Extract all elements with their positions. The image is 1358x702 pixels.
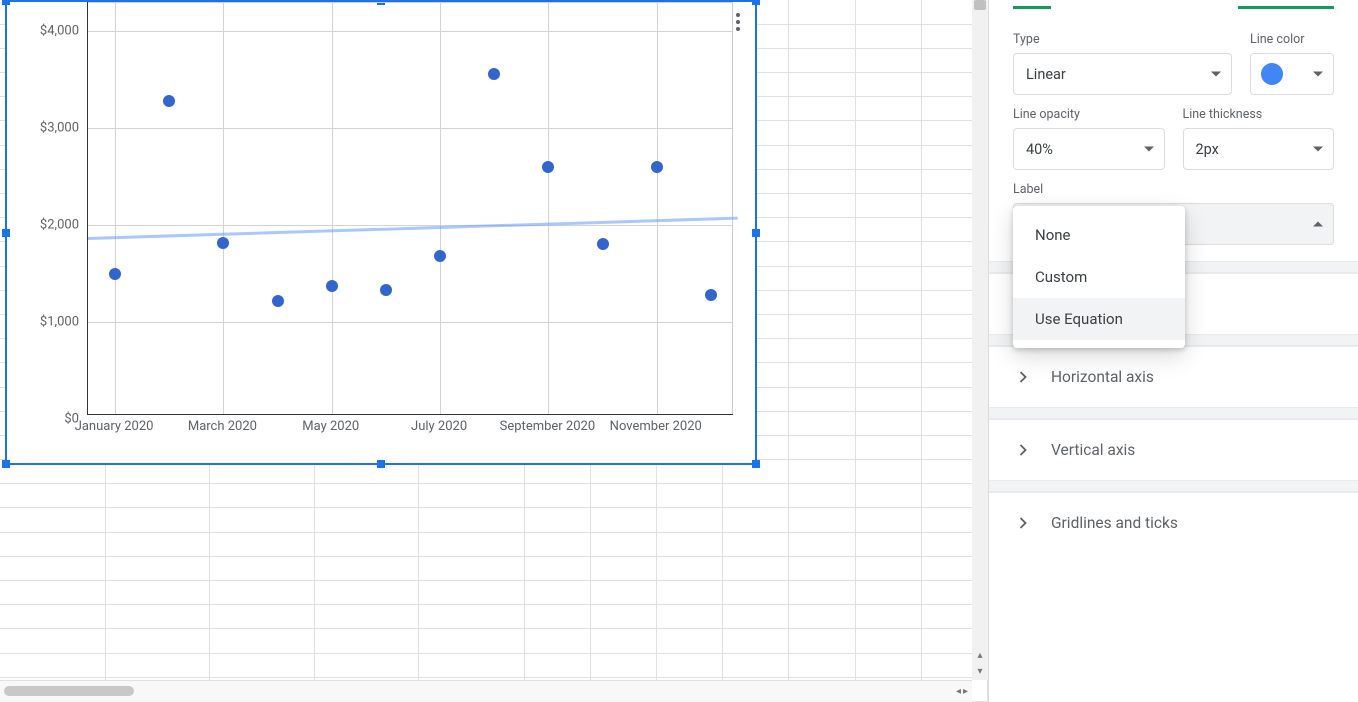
data-point	[272, 295, 284, 307]
gridline	[88, 128, 733, 129]
gridlines-accordion-label: Gridlines and ticks	[1051, 514, 1178, 532]
scroll-down-icon[interactable]: ▾	[972, 664, 988, 680]
x-axis-tick-label: January 2020	[75, 419, 154, 434]
chart-editor-sidebar: Type Linear Line color Line opacit	[988, 0, 1358, 702]
data-point	[488, 68, 500, 80]
chevron-right-icon	[1013, 440, 1033, 460]
gridline	[115, 2, 116, 414]
x-axis-tick-label: May 2020	[302, 419, 359, 434]
vertical-scrollbar[interactable]: ▴ ▾	[972, 0, 988, 680]
y-axis-tick-label: $3,000	[7, 121, 79, 136]
chevron-down-icon	[1144, 147, 1154, 152]
plot-area	[87, 2, 733, 415]
scrollbar-thumb[interactable]	[4, 686, 134, 696]
color-swatch	[1261, 63, 1283, 85]
line-opacity-value: 40%	[1026, 141, 1053, 158]
x-axis-tick-label: July 2020	[411, 419, 467, 434]
trendline-type-select[interactable]: Linear	[1013, 53, 1232, 95]
gridline	[88, 322, 733, 323]
trendline-label-dropdown[interactable]: NoneCustomUse Equation	[1013, 206, 1185, 348]
y-axis-tick-label: $0	[7, 412, 79, 427]
scroll-up-icon[interactable]: ▴	[972, 648, 988, 664]
data-point	[217, 237, 229, 249]
data-point	[542, 161, 554, 173]
line-color-select[interactable]	[1250, 53, 1334, 95]
data-point	[380, 284, 392, 296]
dropdown-option[interactable]: Custom	[1013, 256, 1185, 298]
chart-canvas: $0 $1,000 $2,000 $3,000 $4,000 January 2020 Ma…	[7, 2, 755, 463]
line-thickness-label: Line thickness	[1183, 107, 1335, 122]
chevron-up-icon	[1313, 222, 1323, 227]
gridline	[88, 31, 733, 32]
dropdown-option[interactable]: Use Equation	[1013, 298, 1185, 340]
line-opacity-select[interactable]: 40%	[1013, 128, 1165, 170]
horizontal-axis-accordion[interactable]: Horizontal axis	[989, 346, 1358, 407]
scrollbar-thumb[interactable]	[974, 0, 986, 10]
series-trendline-section: Type Linear Line color Line opacit	[989, 12, 1358, 261]
y-axis-tick-label: $1,000	[7, 315, 79, 330]
data-point	[651, 161, 663, 173]
type-label: Type	[1013, 32, 1232, 47]
dropdown-option[interactable]: None	[1013, 214, 1185, 256]
x-axis-tick-label: March 2020	[188, 419, 257, 434]
line-color-label: Line color	[1250, 32, 1334, 47]
line-opacity-label: Line opacity	[1013, 107, 1165, 122]
data-point	[326, 280, 338, 292]
y-axis-tick-label: $4,000	[7, 24, 79, 39]
x-axis-tick-label: November 2020	[610, 419, 702, 434]
trendline-type-value: Linear	[1026, 66, 1066, 83]
vertical-axis-accordion[interactable]: Vertical axis	[989, 419, 1358, 480]
gridline	[440, 2, 441, 414]
chevron-down-icon	[1211, 72, 1221, 77]
data-point	[597, 238, 609, 250]
label-label: Label	[1013, 182, 1334, 197]
data-point	[705, 289, 717, 301]
horizontal-scrollbar[interactable]: ◂▸	[0, 680, 972, 702]
gridline	[223, 2, 224, 414]
tab-indicator-active	[1238, 6, 1334, 9]
chart-object[interactable]: $0 $1,000 $2,000 $3,000 $4,000 January 2020 Ma…	[5, 0, 757, 465]
chevron-down-icon	[1313, 147, 1323, 152]
chevron-right-icon	[1013, 367, 1033, 387]
gridline	[548, 2, 549, 414]
spreadsheet-area: $0 $1,000 $2,000 $3,000 $4,000 January 2020 Ma…	[0, 0, 988, 702]
scroll-right-icon[interactable]: ▸	[963, 686, 968, 697]
tab-indicator	[1013, 6, 1051, 9]
data-point	[434, 250, 446, 262]
data-point	[163, 95, 175, 107]
x-axis-tick-label: September 2020	[500, 419, 596, 434]
gridline	[332, 2, 333, 414]
section-divider	[989, 480, 1358, 492]
chevron-right-icon	[1013, 513, 1033, 533]
line-thickness-select[interactable]: 2px	[1183, 128, 1335, 170]
horizontal-axis-accordion-label: Horizontal axis	[1051, 368, 1154, 386]
scroll-left-icon[interactable]: ◂	[956, 686, 961, 697]
trendline	[88, 216, 738, 239]
line-thickness-value: 2px	[1196, 141, 1219, 158]
vertical-axis-accordion-label: Vertical axis	[1051, 441, 1135, 459]
data-point	[109, 268, 121, 280]
gridlines-accordion[interactable]: Gridlines and ticks	[989, 492, 1358, 553]
section-divider	[989, 407, 1358, 419]
chevron-down-icon	[1313, 72, 1323, 77]
y-axis-tick-label: $2,000	[7, 218, 79, 233]
gridline	[657, 2, 658, 414]
